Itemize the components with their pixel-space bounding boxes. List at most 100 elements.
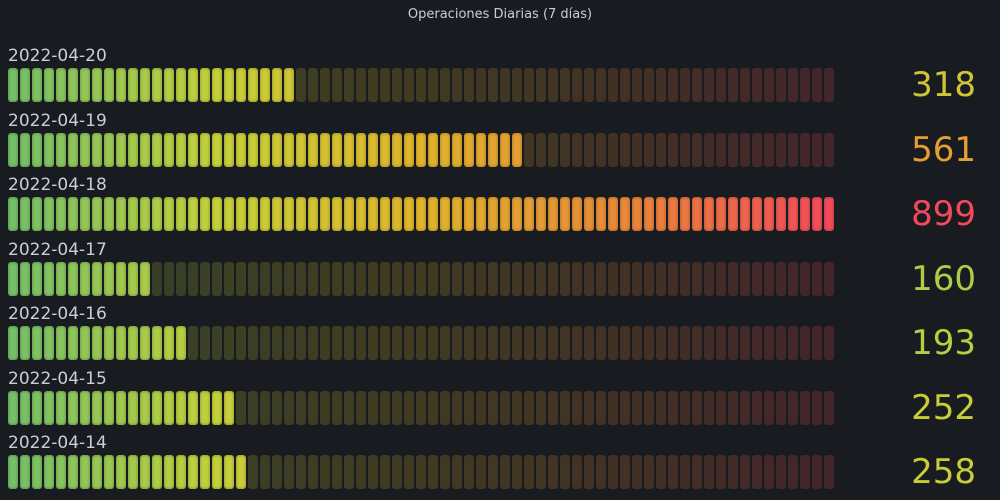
gauge-cell-lit [116, 390, 126, 425]
gauge-cell-lit [488, 132, 498, 167]
gauge-cell-lit [380, 197, 390, 231]
gauge-cell-unlit [596, 261, 606, 296]
gauge-cell-unlit [800, 68, 810, 102]
gauge-cell-lit [308, 197, 318, 231]
gauge-cell-unlit [404, 390, 414, 425]
gauge-cell-unlit [296, 390, 306, 425]
gauge-cell-unlit [560, 261, 570, 296]
gauge-cell-unlit [632, 68, 642, 102]
gauge-cell-unlit [248, 390, 258, 425]
gauge-cell-lit [560, 197, 570, 231]
gauge-cell-unlit [416, 326, 426, 360]
gauge-cell-lit [752, 197, 762, 231]
gauge-cell-lit [800, 197, 810, 231]
gauge-cell-unlit [380, 68, 390, 102]
gauge-cell-unlit [800, 132, 810, 167]
row-value-label: 899 [911, 194, 976, 234]
gauge-cell-lit [20, 390, 30, 425]
gauge-cell-lit [392, 132, 402, 167]
gauge-cell-unlit [740, 455, 750, 489]
gauge-cell-unlit [656, 326, 666, 360]
gauge-cell-unlit [500, 326, 510, 360]
gauge-cell-lit [188, 455, 198, 489]
gauge-cell-unlit [548, 455, 558, 489]
gauge-cell-lit [32, 390, 42, 425]
gauge-cell-unlit [476, 326, 486, 360]
row-date-label: 2022-04-20 [8, 46, 107, 66]
gauge-cell-unlit [788, 390, 798, 425]
gauge-cell-lit [44, 326, 54, 360]
gauge-cell-unlit [452, 390, 462, 425]
gauge-cell-lit [188, 132, 198, 167]
gauge-cell-unlit [608, 390, 618, 425]
gauge-cell-unlit [692, 390, 702, 425]
gauge-cell-unlit [272, 326, 282, 360]
gauge-cell-unlit [692, 132, 702, 167]
gauge-cell-unlit [368, 261, 378, 296]
gauge-cell-unlit [740, 68, 750, 102]
gauge-cell-unlit [704, 68, 714, 102]
gauge-cell-unlit [596, 326, 606, 360]
gauge-cell-unlit [632, 390, 642, 425]
gauge-cell-unlit [716, 455, 726, 489]
gauge-cell-unlit [788, 326, 798, 360]
gauge-cell-unlit [164, 261, 174, 296]
gauge-cell-unlit [668, 132, 678, 167]
gauge-cell-lit [140, 261, 150, 296]
gauge-cell-lit [128, 68, 138, 102]
gauge-cell-unlit [212, 261, 222, 296]
gauge-cell-unlit [524, 390, 534, 425]
gauge-cell-lit [416, 197, 426, 231]
gauge-cell-unlit [428, 68, 438, 102]
gauge-cell-lit [680, 197, 690, 231]
gauge-cell-unlit [224, 261, 234, 296]
gauge-cell-unlit [248, 326, 258, 360]
gauge-cell-unlit [656, 68, 666, 102]
gauge-cell-unlit [392, 326, 402, 360]
gauge-cell-unlit [452, 455, 462, 489]
gauge-cell-unlit [812, 390, 822, 425]
gauge-cell-unlit [356, 390, 366, 425]
gauge-cell-unlit [812, 261, 822, 296]
gauge-cell-unlit [632, 326, 642, 360]
gauge-cell-lit [128, 326, 138, 360]
gauge-cell-unlit [416, 455, 426, 489]
gauge-cell-lit [656, 197, 666, 231]
panel-title: Operaciones Diarias (7 días) [407, 7, 593, 22]
gauge-cell-lit [200, 455, 210, 489]
gauge-cell-unlit [452, 68, 462, 102]
gauge-cell-unlit [488, 261, 498, 296]
gauge-cell-lit [476, 132, 486, 167]
gauge-cell-unlit [476, 390, 486, 425]
gauge-cell-unlit [452, 326, 462, 360]
gauge-cell-unlit [764, 68, 774, 102]
gauge-cell-lit [272, 197, 282, 231]
gauge-cell-lit [92, 197, 102, 231]
gauge-cell-lit [212, 455, 222, 489]
row-date-label: 2022-04-16 [8, 304, 107, 324]
gauge-cell-lit [236, 197, 246, 231]
gauge-cell-lit [152, 455, 162, 489]
gauge-cell-unlit [368, 390, 378, 425]
gauge-cell-lit [104, 326, 114, 360]
gauge-cell-lit [20, 455, 30, 489]
gauge-cell-unlit [200, 326, 210, 360]
gauge-cell-lit [356, 197, 366, 231]
gauge-cell-unlit [308, 455, 318, 489]
gauge-cell-unlit [524, 68, 534, 102]
gauge-cell-unlit [548, 326, 558, 360]
gauge-cell-unlit [188, 261, 198, 296]
gauge-cell-lit [332, 197, 342, 231]
gauge-cell-unlit [344, 261, 354, 296]
row-value-label: 258 [911, 452, 976, 492]
gauge-cell-unlit [680, 68, 690, 102]
gauge-cell-lit [440, 197, 450, 231]
gauge-cell-lit [104, 132, 114, 167]
gauge-cell-unlit [524, 261, 534, 296]
gauge-cell-lit [248, 68, 258, 102]
gauge-cell-unlit [620, 132, 630, 167]
row-date-label: 2022-04-14 [8, 433, 107, 453]
gauge-cell-lit [176, 68, 186, 102]
gauge-cell-unlit [512, 455, 522, 489]
gauge-cell-unlit [692, 455, 702, 489]
